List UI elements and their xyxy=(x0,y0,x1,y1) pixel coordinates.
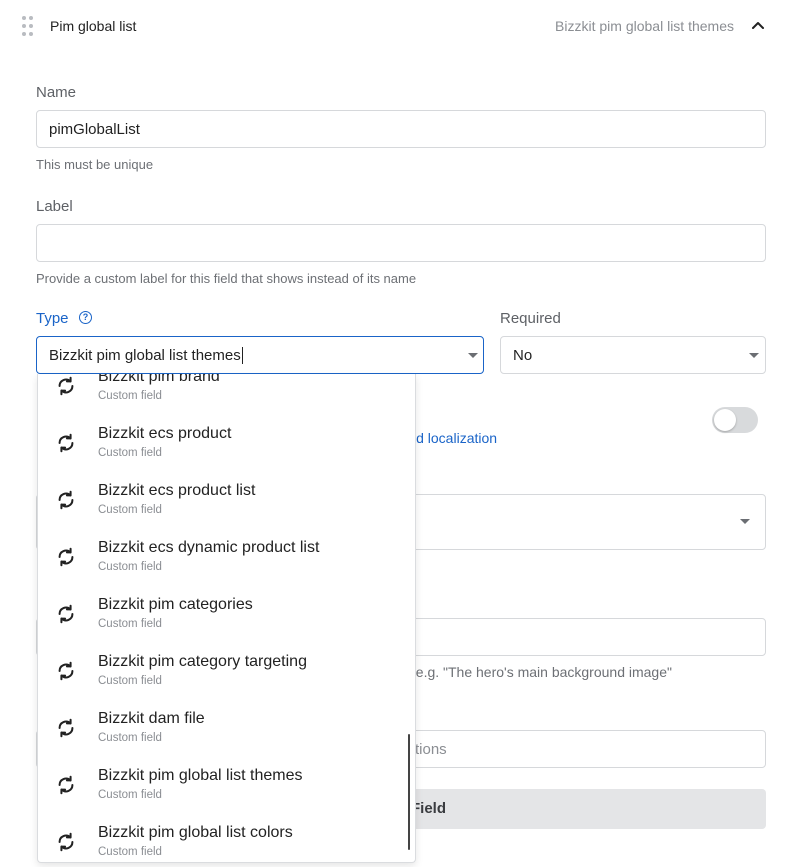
option-title: Bizzkit ecs dynamic product list xyxy=(98,539,320,556)
field-type-summary: Bizzkit pim global list themes xyxy=(555,18,734,34)
required-select[interactable]: No xyxy=(500,336,766,374)
option-title: Bizzkit ecs product xyxy=(98,425,232,442)
dropdown-option[interactable]: Bizzkit pim brand Custom field xyxy=(38,374,408,413)
dropdown-option[interactable]: Bizzkit ecs dynamic product list Custom … xyxy=(38,527,408,584)
name-help-text: This must be unique xyxy=(36,157,154,172)
required-select-value: No xyxy=(513,346,533,364)
field-localization-link[interactable]: ld localization xyxy=(413,430,497,446)
option-title: Bizzkit pim category targeting xyxy=(98,653,307,670)
label-help-text: Provide a custom label for this field th… xyxy=(36,271,417,286)
type-select[interactable]: Bizzkit pim global list themes xyxy=(36,336,484,374)
type-label: Type xyxy=(36,310,69,327)
drag-handle-icon[interactable] xyxy=(22,16,34,38)
chevron-up-icon[interactable] xyxy=(751,19,765,33)
dropdown-option[interactable]: Bizzkit ecs product Custom field xyxy=(38,413,408,470)
option-subtitle: Custom field xyxy=(98,390,162,402)
dropdown-option[interactable]: Bizzkit dam file Custom field xyxy=(38,698,408,755)
refresh-icon xyxy=(58,490,74,510)
type-dropdown-list[interactable]: Bizzkit pim brand Custom field Bizzkit e… xyxy=(37,374,416,863)
dropdown-option[interactable]: Bizzkit pim global list themes Custom fi… xyxy=(38,755,408,812)
chevron-down-icon xyxy=(740,519,750,524)
option-subtitle: Custom field xyxy=(98,789,162,801)
option-subtitle: Custom field xyxy=(98,732,162,744)
field-title: Pim global list xyxy=(50,18,137,34)
option-title: Bizzkit ecs product list xyxy=(98,482,256,499)
option-title: Bizzkit pim global list themes xyxy=(98,767,303,784)
field-header[interactable]: Pim global list Bizzkit pim global list … xyxy=(0,0,798,54)
refresh-icon xyxy=(58,661,74,681)
label-input[interactable] xyxy=(36,224,766,262)
question-circle-icon[interactable]: ? xyxy=(79,311,92,324)
name-input[interactable]: pimGlobalList xyxy=(36,110,766,148)
option-title: Bizzkit dam file xyxy=(98,710,205,727)
dropdown-option[interactable]: Bizzkit pim global list colors Custom fi… xyxy=(38,812,408,862)
refresh-icon xyxy=(58,604,74,624)
label-label: Label xyxy=(36,198,73,215)
dropdown-option[interactable]: Bizzkit pim category targeting Custom fi… xyxy=(38,641,408,698)
chevron-down-icon xyxy=(468,353,478,358)
type-select-value: Bizzkit pim global list themes xyxy=(49,346,241,364)
refresh-icon xyxy=(58,433,74,453)
option-subtitle: Custom field xyxy=(98,618,162,630)
dropdown-option[interactable]: Bizzkit ecs product list Custom field xyxy=(38,470,408,527)
option-title: Bizzkit pim brand xyxy=(98,374,220,385)
option-subtitle: Custom field xyxy=(98,504,162,516)
option-subtitle: Custom field xyxy=(98,675,162,687)
add-field-button-label: Field xyxy=(411,800,447,817)
toggle-knob xyxy=(714,409,736,431)
option-subtitle: Custom field xyxy=(98,846,162,858)
required-label: Required xyxy=(500,310,561,327)
dropdown-scrollbar[interactable] xyxy=(408,734,410,850)
text-cursor xyxy=(241,346,243,364)
refresh-icon xyxy=(58,376,74,396)
description-help-text: , e.g. "The hero's main background image… xyxy=(408,664,672,680)
name-input-value: pimGlobalList xyxy=(49,120,140,138)
chevron-down-icon xyxy=(749,353,759,358)
refresh-icon xyxy=(58,832,74,852)
name-label: Name xyxy=(36,84,77,101)
refresh-icon xyxy=(58,718,74,738)
option-subtitle: Custom field xyxy=(98,447,162,459)
refresh-icon xyxy=(58,547,74,567)
dropdown-option[interactable]: Bizzkit pim categories Custom field xyxy=(38,584,408,641)
options-placeholder: tions xyxy=(415,741,447,758)
option-title: Bizzkit pim categories xyxy=(98,596,253,613)
add-field-button[interactable]: Field xyxy=(400,789,766,829)
refresh-icon xyxy=(58,775,74,795)
option-title: Bizzkit pim global list colors xyxy=(98,824,293,841)
localization-toggle[interactable] xyxy=(712,407,758,433)
option-subtitle: Custom field xyxy=(98,561,162,573)
